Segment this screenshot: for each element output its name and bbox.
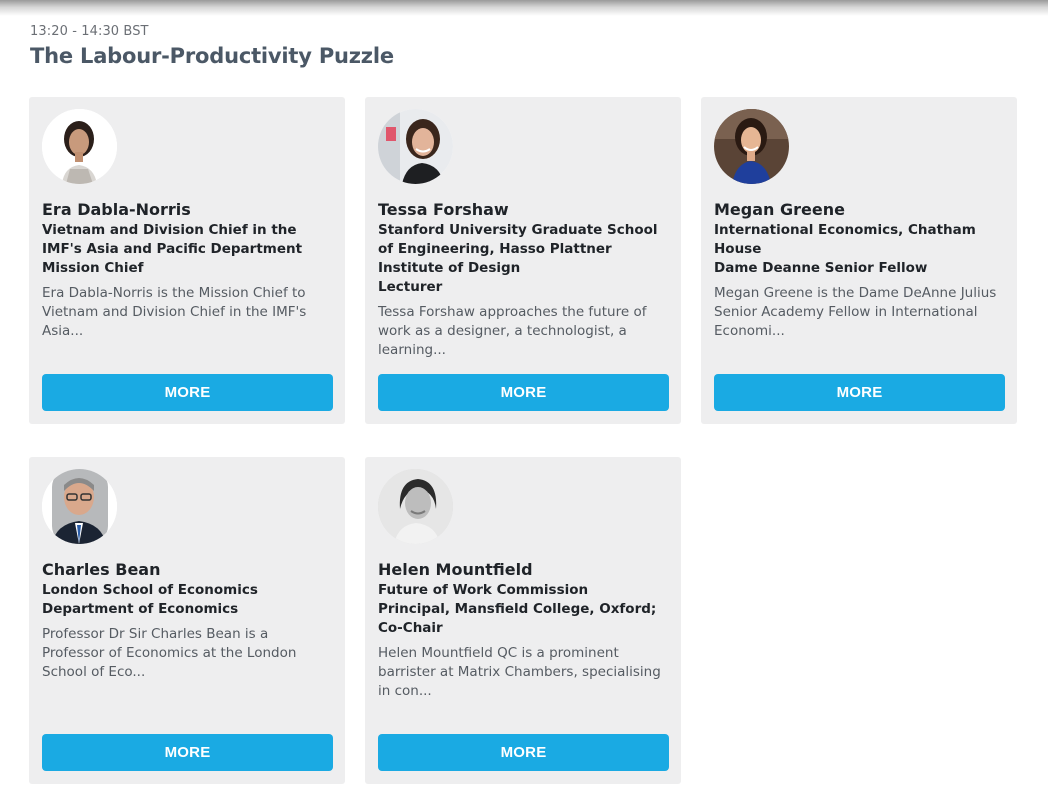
more-button[interactable]: MORE [378, 374, 669, 411]
more-button[interactable]: MORE [42, 734, 333, 771]
speaker-photo[interactable] [378, 469, 453, 544]
speaker-role: Department of Economics [42, 601, 239, 617]
speaker-role: Mission Chief [42, 260, 144, 276]
speaker-photo[interactable] [42, 469, 117, 544]
speaker-photo[interactable] [42, 109, 117, 184]
speaker-card: Tessa Forshaw Stanford University Gradua… [365, 97, 681, 424]
speaker-card: Megan Greene International Economics, Ch… [701, 97, 1017, 424]
speaker-name: Helen Mountfield [378, 560, 533, 579]
speaker-organisation: Future of Work Commission [378, 582, 589, 598]
speaker-organisation: Vietnam and Division Chief in the IMF's … [42, 222, 303, 257]
more-button[interactable]: MORE [378, 734, 669, 771]
speaker-role: Lecturer [378, 279, 443, 295]
speaker-bio: Professor Dr Sir Charles Bean is a Profe… [42, 626, 297, 680]
speaker-card: Helen Mountfield Future of Work Commissi… [365, 457, 681, 784]
speaker-organisation: International Economics, Chatham House [714, 222, 976, 257]
speaker-grid: Era Dabla-Norris Vietnam and Division Ch… [29, 97, 1018, 784]
speaker-bio: Tessa Forshaw approaches the future of w… [378, 304, 647, 358]
speaker-card: Charles Bean London School of Economics … [29, 457, 345, 784]
speaker-name: Tessa Forshaw [378, 200, 509, 219]
speaker-bio: Helen Mountfield QC is a prominent barri… [378, 645, 661, 699]
speaker-name: Megan Greene [714, 200, 845, 219]
speaker-organisation: London School of Economics [42, 582, 258, 598]
header-shadow [0, 0, 1048, 16]
speaker-photo[interactable] [714, 109, 789, 184]
speaker-organisation: Stanford University Graduate School of E… [378, 222, 658, 276]
speaker-name: Charles Bean [42, 560, 161, 579]
speaker-bio: Era Dabla-Norris is the Mission Chief to… [42, 285, 307, 339]
session-time: 13:20 - 14:30 BST [30, 24, 149, 39]
speaker-role: Principal, Mansfield College, Oxford; Co… [378, 601, 657, 636]
speaker-bio: Megan Greene is the Dame DeAnne Julius S… [714, 285, 997, 339]
session-title: The Labour-Productivity Puzzle [30, 44, 394, 68]
speaker-photo[interactable] [378, 109, 453, 184]
more-button[interactable]: MORE [42, 374, 333, 411]
speaker-name: Era Dabla-Norris [42, 200, 191, 219]
more-button[interactable]: MORE [714, 374, 1005, 411]
session-page: 13:20 - 14:30 BST The Labour-Productivit… [0, 0, 1048, 787]
speaker-card: Era Dabla-Norris Vietnam and Division Ch… [29, 97, 345, 424]
speaker-role: Dame Deanne Senior Fellow [714, 260, 928, 276]
